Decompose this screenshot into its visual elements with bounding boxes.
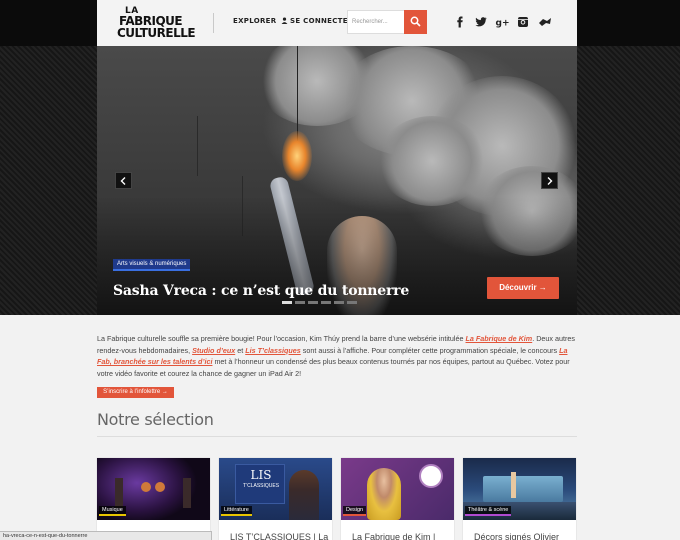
- musician-figure: [115, 478, 123, 508]
- section-divider: [97, 436, 577, 437]
- intro-text: sont aussi à l’affiche. Pour compléter c…: [300, 345, 560, 355]
- google-plus-icon[interactable]: g+: [495, 15, 510, 29]
- header-divider: [213, 13, 214, 33]
- logo-line-3: CULTURELLE: [117, 26, 196, 40]
- intro-text: et: [235, 345, 246, 355]
- book-cover: LIS T’CLASSIQUES: [235, 464, 285, 504]
- slide-dot[interactable]: [282, 301, 292, 304]
- site-logo[interactable]: LA FABRIQUE CULTURELLE: [111, 5, 196, 41]
- status-bar-url: ha-vreca-ce-n-est-que-du-tonnerre: [0, 531, 212, 540]
- discover-button[interactable]: Découvrir →: [487, 277, 559, 299]
- right-background-pattern: [577, 46, 680, 315]
- slide-dot[interactable]: [321, 301, 331, 304]
- card-title[interactable]: La Fabrique de Kim |: [352, 532, 435, 540]
- chevron-left-icon: [120, 177, 126, 185]
- hero-title[interactable]: Sasha Vreca : ce n’est que du tonnerre: [113, 283, 409, 299]
- thumb-subtitle: T’CLASSIQUES: [242, 483, 280, 489]
- intro-link-lis-tclassiques[interactable]: Lis T’classiques: [245, 346, 301, 355]
- intro-paragraph: La Fabrique culturelle souffle sa premiè…: [97, 333, 577, 379]
- special-icon[interactable]: [538, 15, 552, 29]
- search-button[interactable]: [404, 10, 427, 34]
- explorer-link[interactable]: EXPLORER: [233, 17, 276, 25]
- card-category-tag[interactable]: Musique: [99, 506, 126, 516]
- host-figure: [367, 468, 401, 520]
- site-header: LA FABRIQUE CULTURELLE EXPLORER SE CONNE…: [97, 0, 577, 46]
- selection-card[interactable]: Design La Fabrique de Kim |: [341, 458, 454, 540]
- prev-slide-button[interactable]: [115, 172, 132, 189]
- intro-link-fabrique-de-kim[interactable]: La Fabrique de Kim: [466, 334, 533, 343]
- stage-set: [483, 476, 563, 502]
- svg-text:g+: g+: [496, 19, 510, 29]
- section-title: Notre sélection: [97, 410, 214, 429]
- slide-dot[interactable]: [334, 301, 344, 304]
- left-background-pattern: [0, 46, 97, 315]
- slide-dot[interactable]: [295, 301, 305, 304]
- logo-line-2: FABRIQUE: [119, 14, 183, 28]
- selection-card[interactable]: Musique n: [97, 458, 210, 540]
- musician-figure: [183, 478, 191, 508]
- search-icon: [410, 16, 421, 27]
- intro-link-studio-deux[interactable]: Studio d’eux: [192, 346, 235, 355]
- selection-card[interactable]: Théâtre & scène Décors signés Olivier: [463, 458, 576, 540]
- stage-light: [155, 482, 165, 492]
- light-bulb: [282, 131, 312, 181]
- bulb-wire: [297, 46, 298, 141]
- search-input[interactable]: Rechercher...: [347, 10, 404, 34]
- presenter-figure: [289, 470, 319, 520]
- hero-category-tag[interactable]: Arts visuels & numériques: [113, 259, 191, 271]
- next-slide-button[interactable]: [541, 172, 558, 189]
- card-category-tag[interactable]: Littérature: [221, 506, 252, 516]
- thumb-title: LIS: [250, 468, 272, 482]
- card-title[interactable]: LIS T’CLASSIQUES | La: [230, 532, 328, 540]
- twitter-icon[interactable]: [474, 15, 488, 29]
- card-title[interactable]: Décors signés Olivier: [474, 532, 559, 540]
- card-category-tag[interactable]: Design: [343, 506, 367, 516]
- cloud-decor: [377, 116, 487, 206]
- slide-dot[interactable]: [347, 301, 357, 304]
- login-label: SE CONNECTER: [290, 17, 354, 25]
- bulb-wire: [197, 116, 198, 176]
- actor-figure: [511, 472, 516, 498]
- selection-card[interactable]: LIS T’CLASSIQUES Littérature LIS T’CLASS…: [219, 458, 332, 540]
- login-link[interactable]: SE CONNECTER: [281, 17, 354, 25]
- instagram-icon[interactable]: [516, 15, 530, 29]
- slide-dot[interactable]: [308, 301, 318, 304]
- facebook-icon[interactable]: [453, 15, 467, 29]
- newsletter-button[interactable]: S’inscrire à l’infolettre →: [97, 387, 174, 398]
- chevron-right-icon: [547, 177, 553, 185]
- show-badge: [419, 464, 443, 488]
- intro-text: La Fabrique culturelle souffle sa premiè…: [97, 334, 466, 343]
- hero-slider[interactable]: Arts visuels & numériques Sasha Vreca : …: [97, 46, 577, 315]
- stage-light: [141, 482, 151, 492]
- user-icon: [281, 17, 288, 24]
- card-category-tag[interactable]: Théâtre & scène: [465, 506, 512, 516]
